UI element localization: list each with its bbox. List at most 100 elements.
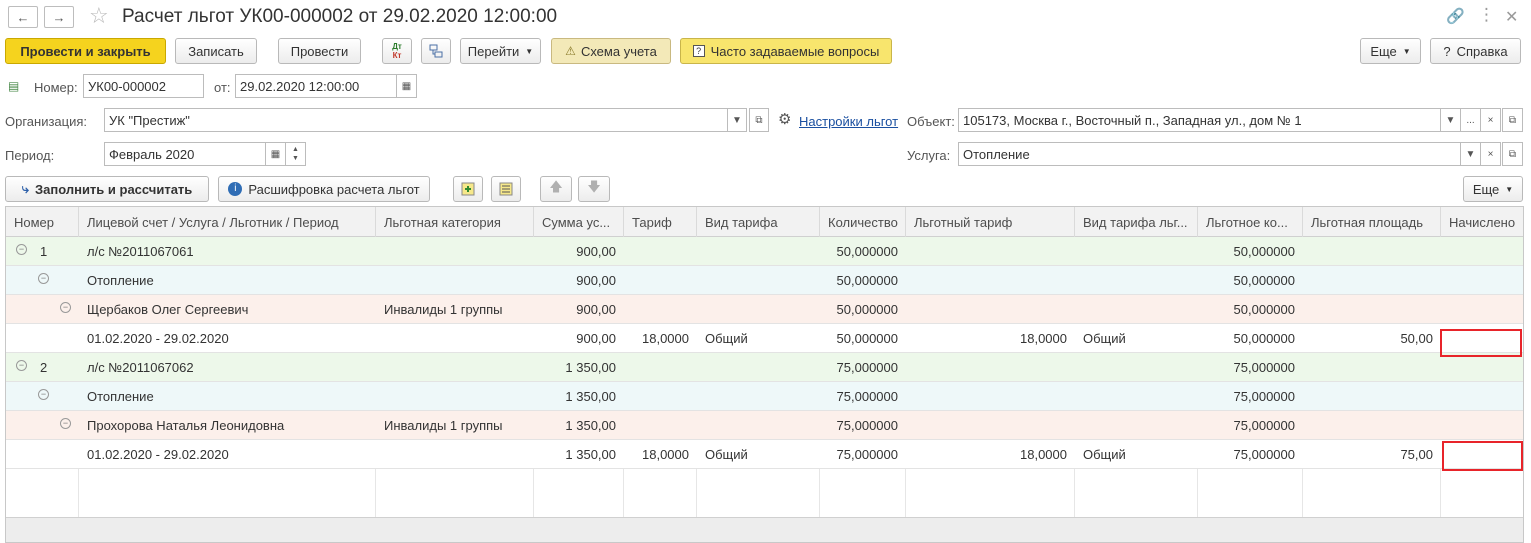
cell-ben-qty: 50,000000 xyxy=(1233,244,1295,259)
cell-ben-tariff-type xyxy=(1075,295,1198,324)
decode-calculation-button[interactable]: i Расшифровка расчета льгот xyxy=(218,176,430,202)
column-header[interactable]: Вид тарифа xyxy=(697,207,820,237)
cell-charged xyxy=(1441,382,1523,411)
column-header[interactable]: Льготная категория xyxy=(376,207,534,237)
goto-label: Перейти xyxy=(467,43,520,59)
service-clear-button[interactable]: × xyxy=(1480,142,1501,166)
date-field[interactable]: 29.02.2020 12:00:00 xyxy=(235,74,397,98)
decode-label: Расшифровка расчета льгот xyxy=(248,181,420,197)
column-header[interactable]: Количество xyxy=(820,207,906,237)
table-row[interactable]: − Прохорова Наталья Леонидовна Инвалиды 1 … xyxy=(6,411,1523,440)
cell-name: Прохорова Наталья Леонидовна xyxy=(87,418,285,433)
more-button[interactable]: Еще ▼ xyxy=(1360,38,1421,64)
cell-name: 01.02.2020 - 29.02.2020 xyxy=(87,447,229,462)
structure-button[interactable] xyxy=(421,38,451,64)
more-vertical-icon[interactable]: ⋮ xyxy=(1478,5,1495,25)
post-button[interactable]: Провести xyxy=(278,38,361,64)
column-header[interactable]: Льготное ко... xyxy=(1198,207,1303,237)
period-field[interactable]: Февраль 2020 xyxy=(104,142,266,166)
edit-rows-button[interactable] xyxy=(491,176,521,202)
object-dropdown-button[interactable]: ▼ xyxy=(1440,108,1461,132)
object-select-button[interactable]: ... xyxy=(1460,108,1481,132)
help-button[interactable]: ? Справка xyxy=(1430,38,1521,64)
dt-kt-button[interactable]: Дт Кт xyxy=(382,38,412,64)
column-header[interactable]: Тариф xyxy=(624,207,697,237)
column-header[interactable]: Лицевой счет / Услуга / Льготник / Перио… xyxy=(79,207,376,237)
open-icon: ⧉ xyxy=(755,114,763,126)
link-icon[interactable]: 🔗 xyxy=(1446,7,1465,25)
service-open-button[interactable]: ⧉ xyxy=(1502,142,1523,166)
cell-cat xyxy=(376,266,534,295)
number-field[interactable]: УК00-000002 xyxy=(83,74,204,98)
calendar-button[interactable]: ▦ xyxy=(396,74,417,98)
add-row-button[interactable] xyxy=(453,176,483,202)
fill-and-calculate-button[interactable]: ⤷ Заполнить и рассчитать xyxy=(5,176,209,202)
cell-name: л/с №2011067062 xyxy=(87,360,194,375)
cell-area xyxy=(1303,266,1441,295)
object-open-button[interactable]: ⧉ xyxy=(1502,108,1523,132)
cell-tariff xyxy=(624,382,697,411)
table-row[interactable]: − Отопление 900,00 50,000000 50,000000 xyxy=(6,266,1523,295)
column-header[interactable]: Вид тарифа льг... xyxy=(1075,207,1198,237)
column-header[interactable]: Льготный тариф xyxy=(906,207,1075,237)
object-clear-button[interactable]: × xyxy=(1480,108,1501,132)
table-row[interactable]: − 2 л/с №2011067062 1 350,00 75,000000 75,000… xyxy=(6,353,1523,382)
object-field[interactable]: 105173, Москва г., Восточный п., Западна… xyxy=(958,108,1441,132)
scheme-button[interactable]: ⚠ Схема учета xyxy=(551,38,671,64)
post-and-close-button[interactable]: Провести и закрыть xyxy=(5,38,166,64)
save-button[interactable]: Записать xyxy=(175,38,257,64)
chevron-down-icon: ▼ xyxy=(1505,184,1514,194)
column-header[interactable]: Номер xyxy=(6,207,79,237)
goto-button[interactable]: Перейти ▼ xyxy=(460,38,541,64)
cell-ben-tariff: 18,0000 xyxy=(1020,331,1067,346)
cell-tariff xyxy=(624,411,697,440)
calendar-icon: ▦ xyxy=(401,80,412,92)
table-row[interactable]: 01.02.2020 - 29.02.2020 900,00 18,0000 Общи… xyxy=(6,324,1523,353)
period-calendar-button[interactable]: ▦ xyxy=(265,142,286,166)
cell-qty: 50,000000 xyxy=(836,273,898,288)
service-field[interactable]: Отопление xyxy=(958,142,1461,166)
org-field[interactable]: УК "Престиж" xyxy=(104,108,728,132)
table-row[interactable]: − Щербаков Олег Сергеевич Инвалиды 1 групп… xyxy=(6,295,1523,324)
table-row[interactable]: 01.02.2020 - 29.02.2020 1 350,00 18,0000 Об… xyxy=(6,440,1523,469)
cell-cat: Инвалиды 1 группы xyxy=(384,302,503,317)
scheme-icon: ⚠ xyxy=(565,44,576,58)
question-icon: ? xyxy=(692,45,705,57)
move-up-button[interactable]: 🡅 xyxy=(540,176,572,202)
column-header[interactable]: Льготная площадь xyxy=(1303,207,1441,237)
table-row[interactable]: − 1 л/с №2011067061 900,00 50,000000 50,00000… xyxy=(6,237,1523,266)
cell-ben-tariff xyxy=(906,237,1075,266)
back-button[interactable]: ← xyxy=(8,6,38,28)
more-label: Еще xyxy=(1370,43,1397,59)
cell-sum: 900,00 xyxy=(576,273,616,288)
scheme-label: Схема учета xyxy=(580,43,657,59)
period-stepper[interactable]: ▲ ▼ xyxy=(285,142,306,166)
table-row[interactable]: − Отопление 1 350,00 75,000000 75,000000 xyxy=(6,382,1523,411)
cell-ben-tariff-type xyxy=(1075,353,1198,382)
benefits-table[interactable]: Номер Лицевой счет / Услуга / Льготник / … xyxy=(5,206,1524,543)
faq-button[interactable]: ? Часто задаваемые вопросы xyxy=(680,38,892,64)
table-footer xyxy=(6,517,1523,542)
org-dropdown-button[interactable]: ▼ xyxy=(727,108,747,132)
cell-area: 50,00 xyxy=(1400,331,1433,346)
refresh-arrow-icon: ⤷ xyxy=(21,181,29,196)
column-header[interactable]: Сумма ус... xyxy=(534,207,624,237)
close-icon[interactable]: ✕ xyxy=(1505,7,1518,27)
forward-button[interactable]: → xyxy=(44,6,74,28)
collapse-toggle-icon[interactable]: − xyxy=(16,360,27,371)
table-more-button[interactable]: Еще ▼ xyxy=(1463,176,1523,202)
favorite-star-icon[interactable]: ☆ xyxy=(89,3,109,29)
chevron-down-icon: ▼ xyxy=(732,114,742,126)
arrow-down-icon: 🡇 xyxy=(587,179,601,194)
cell-name: Щербаков Олег Сергеевич xyxy=(87,302,249,317)
cell-ben-tariff xyxy=(906,382,1075,411)
collapse-toggle-icon[interactable]: − xyxy=(16,244,27,255)
cell-area xyxy=(1303,411,1441,440)
move-down-button[interactable]: 🡇 xyxy=(578,176,610,202)
benefit-settings-link[interactable]: Настройки льгот xyxy=(799,114,898,129)
cell-area xyxy=(1303,237,1441,266)
column-header[interactable]: Начислено xyxy=(1441,207,1523,237)
service-dropdown-button[interactable]: ▼ xyxy=(1460,142,1481,166)
org-open-button[interactable]: ⧉ xyxy=(749,108,769,132)
cell-area xyxy=(1303,353,1441,382)
